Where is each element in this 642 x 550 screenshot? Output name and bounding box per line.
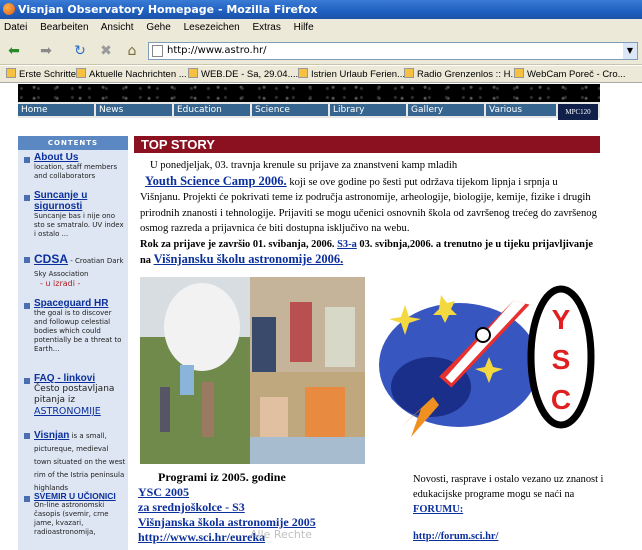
school-link[interactable]: Višnjansku školu astronomije 2006. <box>154 252 344 266</box>
menu-bar: Datei Bearbeiten Ansicht Gehe Lesezeiche… <box>0 19 642 37</box>
address-url: http://www.astro.hr/ <box>167 45 267 56</box>
forum-url-link[interactable]: http://forum.sci.hr/ <box>413 531 498 542</box>
window-titlebar: Visnjan Observatory Homepage - Mozilla F… <box>0 0 642 19</box>
top-story-heading: TOP STORY <box>134 136 600 153</box>
sidebar-link-svemir[interactable]: SVEMIR U UČIONICI <box>34 491 126 501</box>
logo-letter-c: C <box>551 384 571 415</box>
sidebar-desc: the goal is to discover and followup cel… <box>34 309 122 353</box>
bookmarks-toolbar: Erste Schritte Aktuelle Nachrichten ... … <box>0 66 642 83</box>
article-intro: U ponedjeljak, 03. travnja krenule su pr… <box>150 160 458 171</box>
site-nav: Home News Education Science Library Gall… <box>18 102 600 118</box>
bullet-icon <box>24 195 30 201</box>
bullet-icon <box>24 378 30 384</box>
rocket-logo-icon: Y S C <box>379 285 595 437</box>
menu-datei[interactable]: Datei <box>4 22 27 33</box>
bookmark-icon <box>188 68 198 78</box>
forum-block: Novosti, rasprave i ostalo vezano uz zna… <box>413 472 613 544</box>
sidebar-desc: is a small, pictureque, medieval town si… <box>34 432 126 492</box>
sidebar: CONTENTS About Us location, staff member… <box>18 136 128 550</box>
bullet-icon <box>24 157 30 163</box>
menu-hilfe[interactable]: Hilfe <box>294 22 314 33</box>
address-dropdown-icon[interactable]: ▼ <box>623 43 637 59</box>
sidebar-note: - u izradi - <box>40 279 81 288</box>
rss-icon <box>76 68 86 78</box>
programs-title: Programi iz 2005. godine <box>158 470 286 484</box>
tab-various[interactable]: Various <box>486 104 558 116</box>
forward-arrow-icon[interactable]: ➡ <box>36 41 56 61</box>
sidebar-header: CONTENTS <box>18 136 128 150</box>
camp-photo <box>140 277 365 464</box>
sidebar-link-visnjan[interactable]: Visnjan <box>34 430 69 441</box>
window-title: Visnjan Observatory Homepage - Mozilla F… <box>18 3 318 16</box>
sidebar-desc: Suncanje bas i nije ono sto se smatralo.… <box>34 212 124 238</box>
tab-education[interactable]: Education <box>174 104 252 116</box>
bullet-icon <box>24 303 30 309</box>
bookmark-item[interactable]: Radio Grenzenlos :: H... <box>404 66 518 82</box>
bookmark-icon <box>6 68 16 78</box>
navigation-toolbar: ⬅ ➡ ↻ ✖ ⌂ http://www.astro.hr/ ▼ <box>0 37 642 65</box>
bookmark-item[interactable]: WebCam Poreč - Cro... <box>514 66 626 82</box>
sidebar-desc: Često postavljana pitanja iz <box>34 384 115 405</box>
ysc-logo[interactable]: Y S C <box>371 277 597 437</box>
stop-icon[interactable]: ✖ <box>96 41 116 61</box>
back-arrow-icon[interactable]: ⬅ <box>4 41 24 61</box>
tab-home[interactable]: Home <box>18 104 96 116</box>
logo-letter-y: Y <box>552 304 571 335</box>
tab-gallery[interactable]: Gallery <box>408 104 486 116</box>
firefox-icon <box>3 3 15 15</box>
bookmark-item[interactable]: WEB.DE - Sa, 29.04.... <box>188 66 298 82</box>
bookmark-icon <box>514 68 524 78</box>
menu-lesezeichen[interactable]: Lesezeichen <box>184 22 240 33</box>
tab-library[interactable]: Library <box>330 104 408 116</box>
tab-science[interactable]: Science <box>252 104 330 116</box>
sidebar-link-spaceguard[interactable]: Spaceguard HR <box>34 298 126 309</box>
camp-photo-collage[interactable] <box>140 277 365 464</box>
menu-extras[interactable]: Extras <box>253 22 281 33</box>
bullet-icon <box>24 257 30 263</box>
youth-science-camp-link[interactable]: Youth Science Camp 2006. <box>145 174 287 188</box>
page-icon <box>152 45 163 57</box>
sidebar-link-astronomije[interactable]: ASTRONOMIJE <box>34 406 126 417</box>
home-icon[interactable]: ⌂ <box>122 41 142 61</box>
bookmark-item[interactable]: Erste Schritte <box>6 66 76 82</box>
bullet-icon <box>24 433 30 439</box>
star-banner <box>18 84 600 102</box>
sidebar-link-suncanje[interactable]: Suncanje u sigurnosti <box>34 190 126 212</box>
forum-link[interactable]: FORUMU: <box>413 504 463 515</box>
forum-text: Novosti, rasprave i ostalo vezano uz zna… <box>413 474 604 500</box>
sidebar-link-faq[interactable]: FAQ - linkovi <box>34 373 126 384</box>
s3-link[interactable]: S3-a <box>337 239 357 250</box>
watermark: Alle Rechte <box>250 528 312 541</box>
reload-icon[interactable]: ↻ <box>70 41 90 61</box>
top-story-article: U ponedjeljak, 03. travnja krenule su pr… <box>140 158 600 269</box>
program-link-s3[interactable]: za srednjoškolce - S3 <box>138 500 398 515</box>
bookmark-icon <box>298 68 308 78</box>
bookmark-item[interactable]: Aktuelle Nachrichten ... <box>76 66 187 82</box>
mpc-badge: MPC120 <box>558 104 598 120</box>
menu-ansicht[interactable]: Ansicht <box>101 22 134 33</box>
menu-gehe[interactable]: Gehe <box>146 22 170 33</box>
page-content: Home News Education Science Library Gall… <box>0 84 642 550</box>
logo-letter-s: S <box>552 344 571 375</box>
sidebar-desc: On-line astronomski časopis (svemir, crn… <box>34 501 109 536</box>
address-bar[interactable]: http://www.astro.hr/ ▼ <box>148 42 638 60</box>
program-link-ysc[interactable]: YSC 2005 <box>138 485 398 500</box>
menu-bearbeiten[interactable]: Bearbeiten <box>40 22 88 33</box>
sidebar-desc: location, staff members and collaborator… <box>34 163 118 180</box>
bookmark-item[interactable]: Istrien Urlaub Ferien... <box>298 66 405 82</box>
sidebar-link-about[interactable]: About Us <box>34 152 126 163</box>
deadline-text: Rok za prijave je završio 01. svibanja, … <box>140 238 335 250</box>
tab-news[interactable]: News <box>96 104 174 116</box>
bookmark-icon <box>404 68 414 78</box>
sidebar-link-cdsa[interactable]: CDSA <box>34 252 68 266</box>
bullet-icon <box>24 496 30 502</box>
